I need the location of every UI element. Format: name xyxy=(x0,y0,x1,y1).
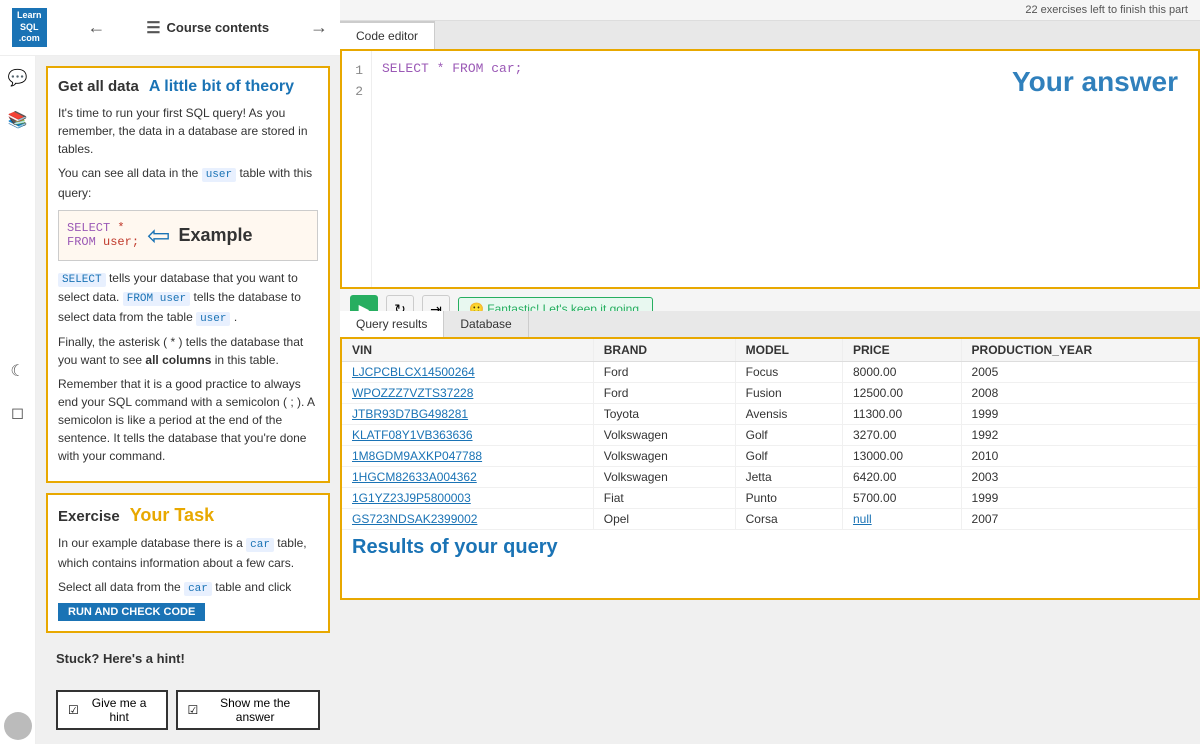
theory-p3: SELECT tells your database that you want… xyxy=(58,269,318,328)
tab-query-results[interactable]: Query results xyxy=(340,311,444,337)
col-year: PRODUCTION_YEAR xyxy=(961,339,1197,362)
theory-p2: You can see all data in the user table w… xyxy=(58,164,318,202)
theory-header: Get all data A little bit of theory xyxy=(58,78,318,96)
logo-line1: Learn xyxy=(17,10,42,22)
back-arrow[interactable]: ← xyxy=(87,17,105,38)
logo: Learn SQL .com xyxy=(12,8,47,47)
example-box: SELECT * FROM user; ⇦ Example xyxy=(58,210,318,261)
table-row: 1HGCM82633A004362VolkswagenJetta6420.002… xyxy=(342,466,1198,487)
checkbox-icon2: ☑ xyxy=(188,703,199,717)
sidebar-content: Get all data A little bit of theory It's… xyxy=(36,56,340,744)
logo-line3: .com xyxy=(17,33,42,45)
avatar[interactable] xyxy=(4,712,32,740)
table-row: JTBR93D7BG498281ToyotaAvensis11300.00199… xyxy=(342,403,1198,424)
tab-database[interactable]: Database xyxy=(444,311,528,337)
hint-buttons: ☑ Give me a hint ☑ Show me the answer xyxy=(46,684,330,740)
line-numbers: 1 2 xyxy=(342,51,372,287)
show-answer-button[interactable]: ☑ Show me the answer xyxy=(176,690,320,730)
run-check-button[interactable]: RUN AND CHECK CODE xyxy=(58,603,205,621)
editor-tabs: Code editor xyxy=(340,21,1200,49)
exercise-subtitle: Your Task xyxy=(130,505,214,526)
results-content: VIN BRAND MODEL PRICE PRODUCTION_YEAR LJ… xyxy=(340,337,1200,601)
exercise-box: Exercise Your Task In our example databa… xyxy=(46,493,330,633)
exercise-text1: In our example database there is a car t… xyxy=(58,534,318,572)
grid-icon[interactable]: ◻ xyxy=(6,401,30,425)
theory-subtitle: A little bit of theory xyxy=(149,78,294,96)
col-brand: BRAND xyxy=(593,339,735,362)
results-table: VIN BRAND MODEL PRICE PRODUCTION_YEAR LJ… xyxy=(342,339,1198,530)
table-row: 1G1YZ23J9P5800003FiatPunto5700.001999 xyxy=(342,487,1198,508)
exercise-header: Exercise Your Task xyxy=(58,505,318,526)
moon-icon[interactable]: ☾ xyxy=(6,359,30,383)
arrow-icon: ⇦ xyxy=(147,219,170,252)
theory-p1: It's time to run your first SQL query! A… xyxy=(58,104,318,158)
sidebar-body: 💬 📚 ☾ ◻ Get all data A little bit of the… xyxy=(0,56,340,744)
checkbox-icon: ☑ xyxy=(68,703,79,717)
tab-code-editor[interactable]: Code editor xyxy=(340,21,435,49)
table-row: GS723NDSAK2399002OpelCorsanull2007 xyxy=(342,508,1198,529)
col-vin: VIN xyxy=(342,339,593,362)
theory-p5: Remember that it is a good practice to a… xyxy=(58,375,318,465)
table-row: 1M8GDM9AXKP047788VolkswagenGolf13000.002… xyxy=(342,445,1198,466)
exercise-text2: Select all data from the car table and c… xyxy=(58,578,318,598)
exercises-left-label: 22 exercises left to finish this part xyxy=(1025,4,1188,16)
theory-p4: Finally, the asterisk ( * ) tells the da… xyxy=(58,333,318,369)
hint-heading: Stuck? Here's a hint! xyxy=(46,643,330,674)
book-icon[interactable]: 📚 xyxy=(6,108,30,132)
col-price: PRICE xyxy=(842,339,961,362)
results-section: Query results Database VIN BRAND MODEL P… xyxy=(340,311,1200,601)
right-panel: 22 exercises left to finish this part Co… xyxy=(340,0,1200,600)
hamburger-icon: ☰ xyxy=(146,18,160,38)
table-row: LJCPCBLCX14500264FordFocus8000.002005 xyxy=(342,361,1198,382)
sidebar: Learn SQL .com ← ☰ Course contents → 💬 📚… xyxy=(0,0,340,600)
col-model: MODEL xyxy=(735,339,842,362)
table-row: WPOZZZ7VZTS37228FordFusion12500.002008 xyxy=(342,382,1198,403)
results-tabs: Query results Database xyxy=(340,311,1200,337)
top-right-bar: 22 exercises left to finish this part xyxy=(340,0,1200,21)
left-icon-panel: 💬 📚 ☾ ◻ xyxy=(0,56,36,744)
forward-arrow[interactable]: → xyxy=(310,17,328,38)
chat-icon[interactable]: 💬 xyxy=(6,66,30,90)
code-editor[interactable]: 1 2 SELECT * FROM car; Your answer xyxy=(340,49,1200,289)
example-label: Example xyxy=(179,225,253,246)
your-answer-label: Your answer xyxy=(1012,66,1178,98)
user-code-inline: user xyxy=(202,168,236,182)
results-title: Results of your query xyxy=(342,530,1198,563)
theory-box: Get all data A little bit of theory It's… xyxy=(46,66,330,483)
editor-section: Code editor 1 2 SELECT * FROM car; Your … xyxy=(340,21,1200,311)
give-hint-button[interactable]: ☑ Give me a hint xyxy=(56,690,168,730)
logo-line2: SQL xyxy=(17,22,42,34)
course-contents-label: ☰ Course contents xyxy=(146,18,269,38)
theory-title: Get all data xyxy=(58,78,139,95)
exercise-title: Exercise xyxy=(58,508,120,525)
top-nav-bar: Learn SQL .com ← ☰ Course contents → xyxy=(0,0,340,56)
example-code: SELECT * FROM user; xyxy=(67,221,139,249)
table-row: KLATF08Y1VB363636VolkswagenGolf3270.0019… xyxy=(342,424,1198,445)
